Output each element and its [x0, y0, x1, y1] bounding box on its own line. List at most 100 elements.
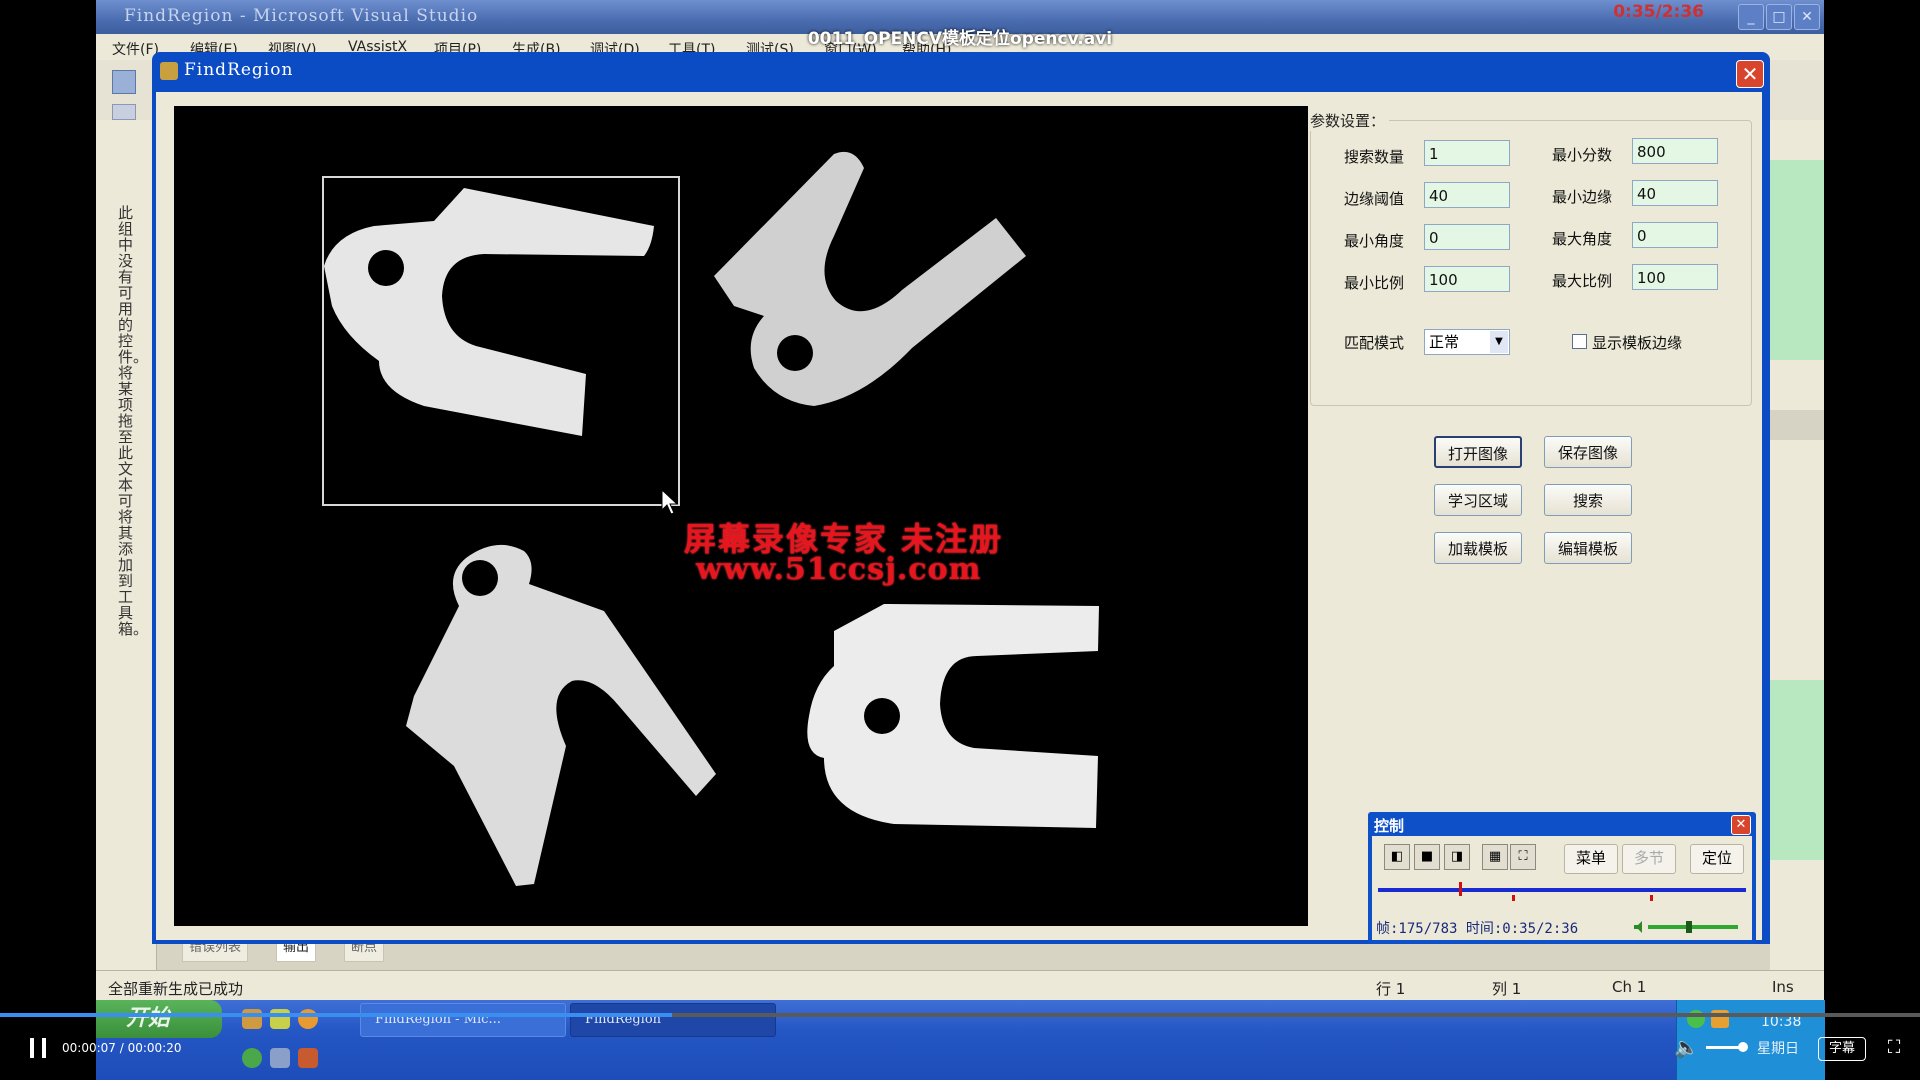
dialog-title-bar: FindRegion ✕ [152, 52, 1770, 92]
section-marker [1650, 895, 1653, 901]
quicklaunch-icon[interactable] [242, 1048, 262, 1068]
metal-part-shape [714, 151, 1026, 406]
chevron-down-icon[interactable]: ▼ [1490, 331, 1508, 353]
params-legend: 参数设置： [1310, 110, 1390, 131]
params-group: 参数设置： 搜索数量 1 最小分数 800 边缘阈值 40 最小边缘 40 最小… [1310, 110, 1752, 406]
recorder-seek-thumb[interactable] [1458, 882, 1462, 896]
subtitle-button[interactable]: 字幕 [1818, 1037, 1866, 1061]
fullscreen-exit-icon[interactable]: ⛶ [1882, 1036, 1906, 1060]
vs-window-title: FindRegion - Microsoft Visual Studio [124, 6, 479, 26]
toolbar-icon[interactable] [112, 70, 136, 94]
toolbox-panel: 此组中没有可用的控件。将某项拖至此文本可将其添加到工具箱。 [96, 120, 157, 970]
status-ins: Ins [1772, 978, 1794, 996]
part-hole [864, 698, 900, 734]
max-scale-label: 最大比例 [1552, 272, 1613, 290]
toolbox-empty-text: 此组中没有可用的控件。将某项拖至此文本可将其添加到工具箱。 [118, 204, 149, 638]
panel-area [1770, 160, 1824, 360]
metal-part-shape [807, 604, 1099, 828]
tray-day: 星期日 [1757, 1041, 1799, 1057]
recording-clock: 0:35/2:36 [1613, 2, 1704, 22]
recorder-control-panel: 控制 ✕ ◧ ■ ◨ ▦ ⛶ 菜单 多节 定位 帧:175/783 时间:0:3… [1368, 812, 1756, 944]
min-score-input[interactable]: 800 [1632, 138, 1718, 164]
metal-part-shape [406, 544, 716, 886]
search-button[interactable]: 搜索 [1544, 484, 1632, 516]
recorder-close-button[interactable]: ✕ [1731, 815, 1751, 835]
match-mode-label: 匹配模式 [1344, 334, 1405, 352]
volume-knob[interactable] [1738, 1042, 1748, 1052]
stop-icon[interactable]: ■ [1414, 844, 1440, 870]
multi-section-button[interactable]: 多节 [1622, 844, 1676, 874]
min-scale-label: 最小比例 [1344, 274, 1405, 292]
load-template-button[interactable]: 加载模板 [1434, 532, 1522, 564]
max-scale-input[interactable]: 100 [1632, 264, 1718, 290]
recorder-body: ◧ ■ ◨ ▦ ⛶ 菜单 多节 定位 帧:175/783 时间:0:35/2:3… [1372, 836, 1752, 940]
min-angle-input[interactable]: 0 [1424, 224, 1510, 250]
taskbar: 开始 FindRegion - Mic... FindRegion 10:38 … [96, 1000, 1825, 1080]
pause-icon [42, 1038, 46, 1058]
dialog-close-button[interactable]: ✕ [1736, 60, 1764, 88]
video-title: 0011_OPENCV模板定位opencv.avi [807, 29, 1113, 49]
show-edges-checkbox[interactable] [1572, 334, 1587, 349]
quicklaunch-icon[interactable] [270, 1009, 290, 1029]
quicklaunch-icon[interactable] [270, 1048, 290, 1068]
open-image-button[interactable]: 打开图像 [1434, 436, 1522, 468]
mouse-cursor-icon [661, 488, 679, 515]
part-hole [777, 335, 813, 371]
status-message: 全部重新生成已成功 [108, 980, 244, 998]
menu-button[interactable]: 菜单 [1564, 844, 1618, 874]
match-mode-value: 正常 [1429, 333, 1460, 351]
show-edges-label: 显示模板边缘 [1592, 334, 1683, 352]
edit-template-button[interactable]: 编辑模板 [1544, 532, 1632, 564]
findregion-dialog: FindRegion ✕ 屏幕录像专家 未注册 www.51ccsj.com 参… [152, 52, 1770, 944]
recorder-frame-info: 帧:175/783 时间:0:35/2:36 [1376, 921, 1579, 937]
learn-region-button[interactable]: 学习区域 [1434, 484, 1522, 516]
search-count-input[interactable]: 1 [1424, 140, 1510, 166]
min-score-label: 最小分数 [1552, 146, 1613, 164]
fit-window-icon[interactable]: ▦ [1482, 844, 1508, 870]
next-frame-icon[interactable]: ◨ [1444, 844, 1470, 870]
min-angle-label: 最小角度 [1344, 232, 1405, 250]
right-panels [1770, 120, 1824, 970]
video-time: 00:00:07 / 00:00:20 [62, 1041, 182, 1055]
locate-button[interactable]: 定位 [1690, 844, 1744, 874]
app-icon [160, 62, 178, 80]
section-marker [1512, 895, 1515, 901]
max-angle-label: 最大角度 [1552, 230, 1613, 248]
toolbar-icon[interactable] [112, 104, 136, 120]
fullscreen-icon[interactable]: ⛶ [1510, 844, 1536, 870]
video-progress-fill [0, 1013, 672, 1017]
prev-frame-icon[interactable]: ◧ [1384, 844, 1410, 870]
start-button[interactable]: 开始 [96, 1000, 222, 1038]
vs-status-bar: 全部重新生成已成功 行 1 列 1 Ch 1 Ins [96, 970, 1824, 1000]
min-edge-label: 最小边缘 [1552, 188, 1613, 206]
recorder-volume-slider[interactable] [1634, 920, 1740, 934]
dialog-title: FindRegion [184, 60, 294, 80]
quicklaunch-icon[interactable] [242, 1009, 262, 1029]
task-findregion[interactable]: FindRegion [570, 1003, 776, 1037]
recorder-title: 控制 [1374, 817, 1405, 835]
status-ch: Ch 1 [1612, 978, 1647, 996]
pause-icon [30, 1038, 34, 1058]
video-progress-bar[interactable] [0, 1013, 1920, 1017]
edge-threshold-label: 边缘阈值 [1344, 190, 1405, 208]
search-count-label: 搜索数量 [1344, 148, 1405, 166]
part-hole [462, 560, 498, 596]
volume-icon[interactable]: 🔈 [1674, 1036, 1699, 1058]
max-angle-input[interactable]: 0 [1632, 222, 1718, 248]
image-view[interactable]: 屏幕录像专家 未注册 www.51ccsj.com [174, 106, 1308, 926]
roi-rectangle[interactable] [322, 176, 680, 506]
quicklaunch-icon[interactable] [298, 1048, 318, 1068]
edge-threshold-input[interactable]: 40 [1424, 182, 1510, 208]
match-mode-select[interactable]: 正常 ▼ [1424, 329, 1510, 355]
status-col: 列 1 [1492, 980, 1522, 998]
save-image-button[interactable]: 保存图像 [1544, 436, 1632, 468]
watermark-line2: www.51ccsj.com [696, 552, 982, 587]
pause-button[interactable] [28, 1038, 50, 1058]
min-edge-input[interactable]: 40 [1632, 180, 1718, 206]
recorder-seek-track[interactable] [1378, 888, 1746, 892]
task-visual-studio[interactable]: FindRegion - Mic... [360, 1003, 566, 1037]
min-scale-input[interactable]: 100 [1424, 266, 1510, 292]
panel-area [1770, 410, 1824, 440]
status-row: 行 1 [1376, 980, 1406, 998]
quicklaunch-icon[interactable] [298, 1009, 318, 1029]
